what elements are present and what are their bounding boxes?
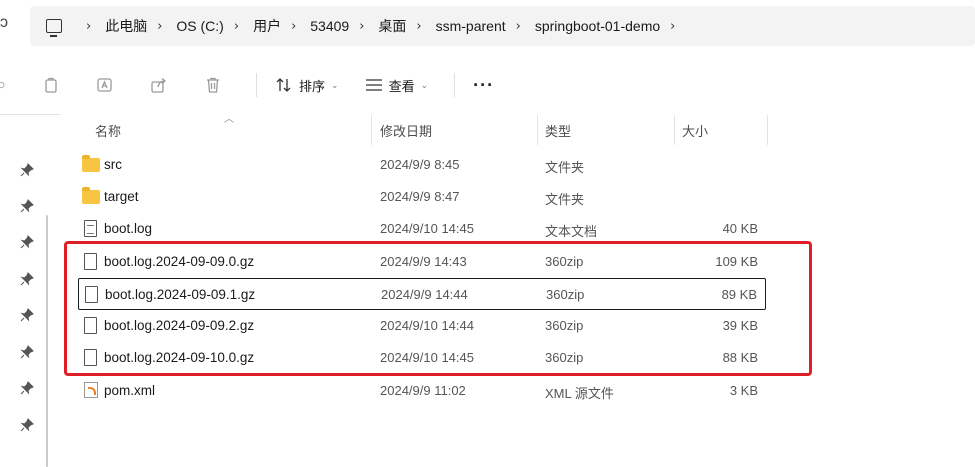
breadcrumb-separator[interactable]: › bbox=[224, 19, 253, 34]
breadcrumb-label: ssm-parent bbox=[435, 18, 506, 34]
breadcrumb-label: 此电脑 bbox=[105, 18, 148, 34]
toolbar-divider bbox=[454, 73, 456, 97]
column-header-label: 大小 bbox=[682, 123, 709, 139]
delete-icon[interactable] bbox=[202, 74, 224, 96]
breadcrumb-separator[interactable]: › bbox=[506, 19, 535, 34]
pin-icon[interactable] bbox=[20, 308, 34, 322]
file-name: boot.log bbox=[104, 221, 153, 236]
breadcrumb-users[interactable]: 用户 bbox=[253, 16, 281, 36]
xml-file-icon bbox=[82, 382, 100, 400]
breadcrumb-user[interactable]: 53409 bbox=[310, 18, 349, 34]
command-bar: 排序 ⌄ 查看 ⌄ ··· bbox=[0, 62, 975, 108]
file-name: src bbox=[104, 157, 122, 172]
breadcrumb-separator[interactable]: › bbox=[406, 19, 435, 34]
window-edge-glyph: ɔ bbox=[0, 14, 8, 31]
file-type: 文件夹 bbox=[545, 160, 585, 175]
file-modified: 2024/9/10 14:45 bbox=[380, 221, 474, 236]
breadcrumb-this-pc[interactable]: 此电脑 bbox=[105, 16, 147, 36]
pin-icon[interactable] bbox=[20, 345, 34, 359]
file-name: target bbox=[104, 189, 139, 204]
cut-icon[interactable] bbox=[0, 74, 10, 96]
pin-icon[interactable] bbox=[20, 418, 34, 432]
view-label: 查看 bbox=[388, 78, 415, 94]
copy-icon[interactable] bbox=[40, 74, 62, 96]
toolbar-divider bbox=[256, 73, 257, 97]
column-header-label: 类型 bbox=[545, 123, 572, 139]
breadcrumb-separator[interactable]: › bbox=[660, 19, 689, 34]
file-name: pom.xml bbox=[104, 383, 156, 398]
column-header-modified[interactable]: 修改日期 bbox=[380, 115, 432, 145]
share-icon[interactable] bbox=[148, 74, 170, 96]
column-divider[interactable] bbox=[767, 115, 768, 145]
breadcrumb-label: 桌面 bbox=[378, 18, 407, 34]
breadcrumb-desktop[interactable]: 桌面 bbox=[378, 16, 406, 36]
column-header-label: 名称 bbox=[95, 123, 122, 139]
column-header-name[interactable]: 名称 bbox=[95, 115, 121, 145]
column-header-label: 修改日期 bbox=[380, 123, 433, 139]
more-options-button[interactable]: ··· bbox=[473, 75, 494, 96]
breadcrumb-drive[interactable]: OS (C:) bbox=[176, 18, 223, 34]
view-button[interactable]: 查看 ⌄ bbox=[365, 76, 429, 95]
file-modified: 2024/9/9 8:47 bbox=[380, 189, 460, 204]
column-divider[interactable] bbox=[371, 115, 372, 145]
folder-icon bbox=[82, 155, 100, 174]
breadcrumb-separator[interactable]: › bbox=[76, 19, 105, 34]
rename-icon[interactable] bbox=[94, 74, 116, 96]
breadcrumb-separator[interactable]: › bbox=[147, 19, 176, 34]
red-highlight-box bbox=[64, 241, 812, 376]
file-size: 3 KB bbox=[729, 383, 758, 398]
pin-icon[interactable] bbox=[20, 163, 34, 177]
breadcrumb-ssm-parent[interactable]: ssm-parent bbox=[436, 18, 506, 34]
breadcrumb-label: 用户 bbox=[253, 18, 282, 34]
nav-pane-scrollbar[interactable] bbox=[46, 215, 48, 467]
column-divider[interactable] bbox=[537, 115, 538, 145]
file-size: 40 KB bbox=[722, 221, 758, 236]
breadcrumb-label: springboot-01-demo bbox=[534, 18, 661, 34]
text-file-icon bbox=[82, 220, 100, 238]
pin-icon[interactable] bbox=[20, 381, 34, 395]
chevron-down-icon: ⌄ bbox=[420, 79, 429, 90]
pin-icon[interactable] bbox=[20, 235, 34, 249]
file-type: XML 源文件 bbox=[545, 386, 614, 401]
sort-icon bbox=[276, 78, 291, 92]
file-row[interactable]: target 2024/9/9 8:47 文件夹 bbox=[78, 181, 766, 213]
sort-ascending-caret-icon: ︿ bbox=[224, 114, 234, 125]
navigation-pane bbox=[0, 115, 60, 467]
breadcrumb-label: OS (C:) bbox=[176, 18, 224, 34]
file-modified: 2024/9/9 8:45 bbox=[380, 157, 460, 172]
file-row[interactable]: pom.xml 2024/9/9 11:02 XML 源文件 3 KB bbox=[78, 375, 766, 407]
sort-label: 排序 bbox=[299, 78, 326, 94]
file-type: 文本文档 bbox=[545, 224, 598, 239]
column-divider[interactable] bbox=[674, 115, 675, 145]
sort-button[interactable]: 排序 ⌄ bbox=[275, 76, 339, 95]
chevron-down-icon: ⌄ bbox=[331, 79, 339, 90]
address-bar[interactable]: › 此电脑 › OS (C:) › 用户 › 53409 › 桌面 › ssm-… bbox=[30, 6, 975, 46]
column-header-size[interactable]: 大小 bbox=[682, 115, 708, 145]
file-modified: 2024/9/9 11:02 bbox=[380, 383, 466, 398]
pin-icon[interactable] bbox=[20, 199, 34, 213]
computer-icon[interactable] bbox=[46, 19, 62, 37]
breadcrumb-separator[interactable]: › bbox=[349, 19, 378, 34]
file-type: 文件夹 bbox=[545, 192, 585, 207]
breadcrumb-separator[interactable]: › bbox=[281, 19, 310, 34]
file-row[interactable]: src 2024/9/9 8:45 文件夹 bbox=[78, 149, 766, 181]
view-icon bbox=[365, 79, 382, 91]
breadcrumb-current-folder[interactable]: springboot-01-demo bbox=[535, 18, 660, 34]
pin-icon[interactable] bbox=[20, 272, 34, 286]
breadcrumb-label: 53409 bbox=[310, 18, 350, 34]
column-header-type[interactable]: 类型 bbox=[545, 115, 571, 145]
folder-icon bbox=[82, 187, 100, 206]
